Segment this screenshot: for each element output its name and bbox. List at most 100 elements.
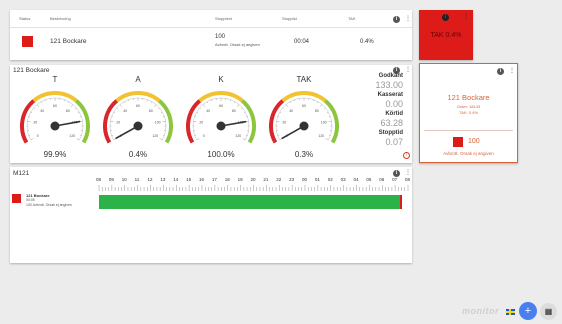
gauge-tak: 020406080100120	[269, 91, 339, 144]
tile-info-icon[interactable]: i	[442, 14, 449, 21]
gauge-tick-label: 120	[235, 134, 241, 138]
gauge-tick	[151, 101, 153, 104]
gauges-more-icon[interactable]: ⋮	[405, 67, 411, 73]
gauge-k: 020406080100120	[186, 91, 256, 144]
gauge-tick-label: 120	[69, 134, 75, 138]
gauge-tick	[40, 101, 42, 104]
gauge-tick	[282, 107, 284, 110]
timeline-hour-label: 15	[186, 177, 192, 182]
machine-info-icon[interactable]: i	[497, 68, 504, 75]
gauge-title-tak: TAK	[296, 75, 312, 84]
gauge-tick	[285, 104, 289, 107]
gauge-tick	[229, 99, 231, 102]
timeline-stop-marker[interactable]	[400, 195, 402, 209]
timeline-hour-label: 08	[405, 177, 411, 182]
gauge-tick	[211, 99, 213, 102]
gauge-tick	[245, 116, 248, 118]
table-row[interactable]: 121 Bockare 100 Avbrott. Orsak ej angive…	[10, 28, 412, 58]
header-tak: TAK	[348, 16, 356, 21]
status-table-card: Status Beskrivning Stopptext Stopptid TA…	[10, 10, 412, 60]
info-icon[interactable]: i	[393, 16, 400, 23]
gauge-tick-label: 20	[282, 121, 286, 125]
more-menu-icon[interactable]: ⋮	[405, 16, 411, 22]
gauge-tick	[317, 101, 319, 104]
timeline-hour-label: 11	[134, 177, 140, 182]
timeline-hour-label: 18	[224, 177, 230, 182]
tak-tile[interactable]: i ⋮ TAK 0.4%	[419, 10, 473, 60]
gauge-value-t: 99.9%	[43, 150, 67, 159]
gauge-tick	[33, 107, 35, 110]
row-stop-time: 00:04	[294, 39, 310, 45]
gauge-tick	[116, 107, 118, 110]
gauge-tick-label: 100	[155, 121, 161, 125]
gauge-tick	[128, 99, 130, 102]
machine-status-square	[453, 137, 463, 147]
gauge-tick	[319, 104, 323, 107]
gauge-title-k: K	[218, 75, 224, 84]
timeline-hour-label: 08	[96, 177, 102, 182]
gauge-tick-label: 80	[149, 109, 153, 113]
timeline-run-bar[interactable]	[99, 195, 400, 209]
timeline-hour-label: 06	[379, 177, 385, 182]
machine-more-icon[interactable]: ⋮	[509, 68, 515, 74]
status-indicator	[22, 36, 33, 47]
gauge-value-tak: 0.3%	[294, 150, 314, 159]
gauge-tick	[70, 104, 74, 107]
gauge-tick-label: 120	[152, 134, 158, 138]
gauge-tick	[245, 134, 248, 136]
gauge-tick	[76, 138, 80, 141]
timeline-hour-label: 16	[199, 177, 205, 182]
gauge-tick	[159, 138, 163, 141]
add-fab-button[interactable]: +	[519, 302, 537, 320]
gauge-tick	[202, 104, 206, 107]
timeline-hour-label: 22	[276, 177, 282, 182]
gauge-tick-label: 80	[232, 109, 236, 113]
gauge-tick	[160, 111, 163, 113]
alert-icon[interactable]: !	[403, 152, 410, 159]
gauge-tick	[79, 134, 82, 136]
gauge-tick	[196, 138, 200, 141]
tak-tile-label: TAK 0.4%	[430, 32, 462, 39]
gauge-tick	[113, 111, 116, 113]
tile-more-icon[interactable]: ⋮	[463, 14, 469, 20]
gauges-card: 121 Bockare i ⋮ 020406080100120020406080…	[10, 65, 412, 163]
gauge-tick	[162, 116, 165, 118]
gauge-tick	[279, 111, 282, 113]
timeline-hour-label: 02	[327, 177, 333, 182]
gauge-tick	[28, 116, 31, 118]
timeline-hour-label: 12	[147, 177, 153, 182]
gauge-tick	[328, 116, 331, 118]
machine-card[interactable]: i ⋮ 121 Bockare Order: 18133 TAK: 0.4% 1…	[419, 63, 518, 163]
gauge-tick-label: 20	[116, 121, 120, 125]
row-description: 121 Bockare	[50, 38, 87, 45]
gauge-tick-label: 40	[40, 109, 44, 113]
gauge-band	[103, 99, 119, 144]
gauge-tick-label: 100	[321, 121, 327, 125]
apps-grid-button[interactable]: ▦	[540, 303, 557, 320]
header-stop-text: Stopptext	[215, 16, 232, 21]
timeline-hour-label: 19	[237, 177, 243, 182]
timeline-hour-label: 20	[250, 177, 256, 182]
gauge-tick	[241, 107, 243, 110]
gauges-row: 0204060801001200204060801001200204060801…	[10, 65, 370, 163]
machine-stop-code: 100	[468, 138, 480, 145]
gauge-tick	[36, 104, 40, 107]
gauge-tick	[194, 134, 197, 136]
stat-godkant-label: Godkänt	[378, 73, 403, 79]
machine-title: 121 Bockare	[447, 93, 490, 102]
gauge-tick	[63, 99, 65, 102]
gauge-tick	[277, 116, 280, 118]
language-flag-icon[interactable]	[506, 309, 515, 315]
gauge-tick	[162, 134, 165, 136]
timeline-machine-stop: 100 Avbrott. Orsak ej angiven	[26, 203, 72, 207]
gauge-tick	[206, 101, 208, 104]
gauge-tick	[289, 101, 291, 104]
gauge-tick	[294, 99, 296, 102]
gauge-tick-label: 60	[136, 104, 140, 108]
gauge-tick	[79, 116, 82, 118]
gauge-tick	[328, 134, 331, 136]
gauge-tick-label: 120	[318, 134, 324, 138]
timeline-hour-label: 21	[263, 177, 269, 182]
gauge-hub	[50, 121, 60, 131]
stat-stopptid-value: 0.07	[385, 137, 403, 147]
